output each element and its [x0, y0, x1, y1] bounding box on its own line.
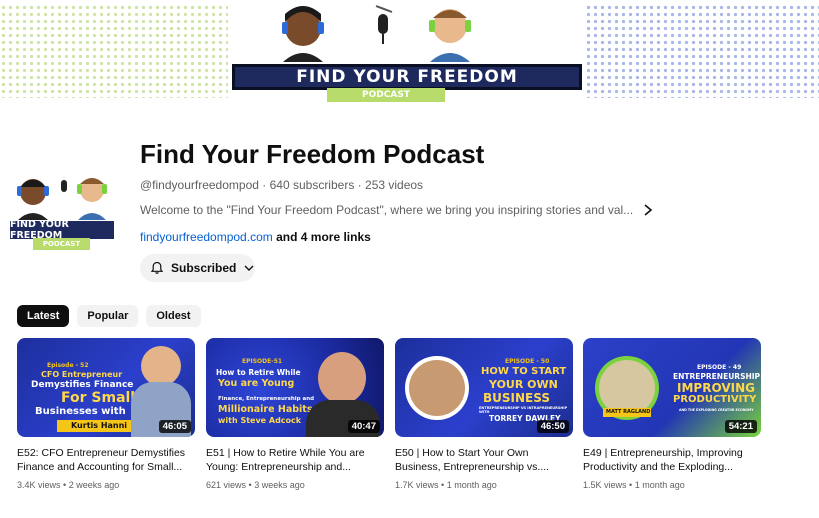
avatar-title-box: FIND YOUR FREEDOM [10, 219, 114, 241]
website-link[interactable]: findyourfreedompod.com [140, 230, 273, 244]
channel-name: Find Your Freedom Podcast [140, 139, 485, 169]
subscribed-button[interactable]: Subscribed [140, 254, 255, 282]
video-duration: 54:21 [724, 420, 757, 433]
thumb-guest-name: with Steve Adcock [218, 416, 302, 425]
thumb-line: Finance, Entrepreneurship and [218, 396, 315, 402]
thumb-episode: Episode - 52 [47, 362, 89, 369]
avatar-subtitle-box: PODCAST [33, 238, 90, 250]
video-duration: 40:47 [347, 420, 380, 433]
thumb-line: YOUR OWN [489, 378, 558, 391]
video-card[interactable]: Episode - 52 CFO Entrepreneur Demystifie… [17, 338, 195, 490]
video-title[interactable]: E52: CFO Entrepreneur Demystifies Financ… [17, 446, 195, 474]
video-age: 1 month ago [634, 480, 685, 490]
video-thumbnail[interactable]: Episode - 52 CFO Entrepreneur Demystifie… [17, 338, 195, 437]
video-card[interactable]: EPISODE-51 How to Retire While You are Y… [206, 338, 384, 490]
video-age: 1 month ago [446, 480, 497, 490]
thumb-line: BUSINESS [483, 391, 550, 405]
thumb-line: You are Young [218, 378, 295, 389]
guest-photo [409, 360, 465, 416]
thumb-line: PRODUCTIVITY [673, 394, 757, 405]
chip-popular[interactable]: Popular [77, 305, 139, 327]
video-title[interactable]: E51 | How to Retire While You are Young:… [206, 446, 384, 474]
thumb-line: Demystifies Finance [31, 380, 134, 390]
thumb-episode: EPISODE - 49 [697, 364, 742, 371]
video-meta: 1.7K views • 1 month ago [395, 480, 497, 490]
video-card[interactable]: MATT RAGLAND EPISODE - 49 ENTREPRENEURSH… [583, 338, 761, 490]
channel-description[interactable]: Welcome to the "Find Your Freedom Podcas… [140, 203, 653, 217]
video-age: 2 weeks ago [68, 480, 120, 490]
banner-title: FIND YOUR FREEDOM [296, 67, 518, 87]
thumb-line: For Small [61, 390, 136, 406]
thumb-name-box: MATT RAGLAND [603, 408, 651, 417]
meta-separator: · [357, 178, 366, 192]
video-thumbnail[interactable]: EPISODE-51 How to Retire While You are Y… [206, 338, 384, 437]
video-title[interactable]: E49 | Entrepreneurship, Improving Produc… [583, 446, 761, 474]
video-title[interactable]: E50 | How to Start Your Own Business, En… [395, 446, 573, 474]
video-meta: 3.4K views • 2 weeks ago [17, 480, 120, 490]
thumb-episode: EPISODE - 50 [505, 358, 550, 365]
thumb-guest-name: MATT RAGLAND [606, 409, 651, 415]
thumb-line: ENTREPRENEURSHIP VS INTRAPRENEURSHIP WIT… [479, 406, 568, 414]
chip-oldest[interactable]: Oldest [146, 305, 201, 327]
meta-separator: · [262, 178, 270, 192]
thumb-episode: EPISODE-51 [242, 358, 283, 365]
channel-meta: @findyourfreedompod · 640 subscribers · … [140, 178, 423, 192]
video-views: 1.7K views [395, 480, 439, 490]
avatar-subtitle: PODCAST [42, 240, 81, 248]
channel-banner: FIND YOUR FREEDOM PODCAST [0, 0, 819, 104]
video-duration: 46:50 [536, 420, 569, 433]
banner-title-box: FIND YOUR FREEDOM [232, 64, 582, 90]
more-links-button[interactable]: and 4 more links [276, 230, 371, 244]
thumb-line: HOW TO START [481, 366, 567, 377]
video-views: 1.5K views [583, 480, 627, 490]
sort-chips: Latest Popular Oldest [17, 305, 201, 327]
video-thumbnail[interactable]: EPISODE - 50 HOW TO START YOUR OWN BUSIN… [395, 338, 573, 437]
video-meta: 1.5K views • 1 month ago [583, 480, 685, 490]
chevron-right-icon[interactable] [643, 204, 653, 216]
thumb-guest-name: Kurtis Hanni [71, 421, 128, 430]
banner-dot-pattern-left [0, 4, 228, 98]
thumb-line: ENTREPRENEURSHIP [673, 372, 761, 381]
subscriber-count: 640 subscribers [269, 178, 355, 192]
thumb-line: How to Retire While [216, 368, 301, 377]
subscribed-label: Subscribed [171, 261, 237, 275]
guest-photo [141, 346, 181, 386]
description-text: Welcome to the "Find Your Freedom Podcas… [140, 203, 634, 217]
video-count: 253 videos [365, 178, 424, 192]
channel-handle[interactable]: @findyourfreedompod [140, 178, 259, 192]
thumb-line: IMPROVING [677, 381, 755, 395]
video-thumbnail[interactable]: MATT RAGLAND EPISODE - 49 ENTREPRENEURSH… [583, 338, 761, 437]
video-age: 3 weeks ago [254, 480, 305, 490]
thumb-line: Millionaire Habits [218, 404, 313, 415]
bell-icon [150, 261, 164, 274]
video-duration: 46:05 [158, 420, 191, 433]
guest-photo [318, 352, 366, 404]
thumb-line: Businesses with [35, 406, 126, 417]
chip-latest[interactable]: Latest [17, 305, 70, 327]
banner-dot-pattern-right [585, 4, 819, 98]
banner-subtitle: PODCAST [362, 90, 410, 100]
chevron-down-icon [244, 265, 254, 271]
video-views: 621 views [206, 480, 247, 490]
video-meta: 621 views • 3 weeks ago [206, 480, 305, 490]
video-views: 3.4K views [17, 480, 61, 490]
video-card[interactable]: EPISODE - 50 HOW TO START YOUR OWN BUSIN… [395, 338, 573, 490]
banner-subtitle-box: PODCAST [327, 88, 445, 102]
thumb-line: AND THE EXPLODING CREATOR ECONOMY [679, 408, 754, 412]
thumb-line: CFO Entrepreneur [41, 370, 123, 379]
channel-links: findyourfreedompod.com and 4 more links [140, 230, 371, 244]
